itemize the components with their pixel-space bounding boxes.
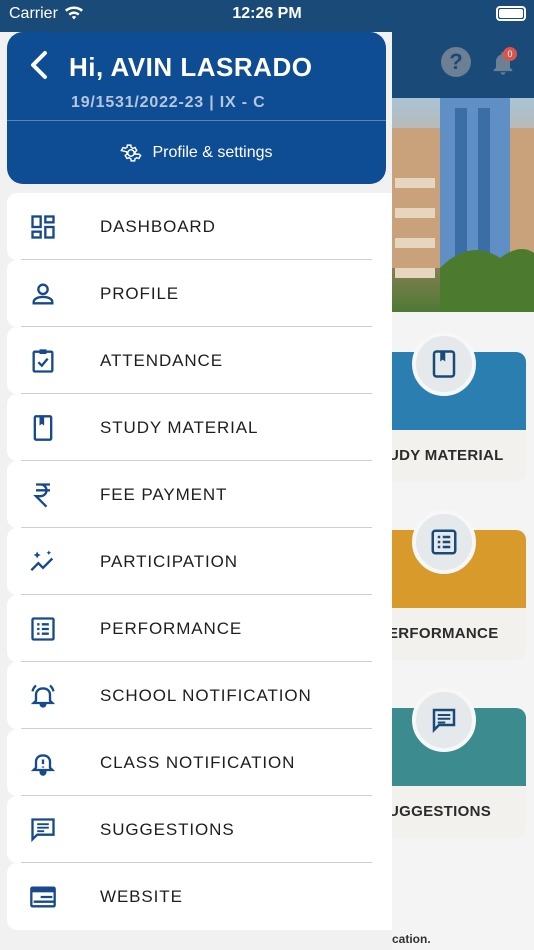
suggestions-card-icon (412, 688, 476, 752)
menu-item-dashboard[interactable]: DASHBOARD (7, 193, 392, 260)
profile-settings-button[interactable]: Profile & settings (7, 121, 386, 184)
menu-label: SCHOOL NOTIFICATION (100, 685, 312, 705)
menu-item-attendance[interactable]: ATTENDANCE (7, 327, 392, 394)
menu-label: WEBSITE (100, 886, 183, 906)
clipboard-check-icon (32, 348, 54, 373)
drawer-menu: DASHBOARD PROFILE ATTENDANCE STUDY MATER… (7, 193, 392, 930)
profile-header-card: Hi, AVIN LASRADO 19/1531/2022-23 | IX - … (7, 32, 386, 184)
rupee-icon (33, 482, 50, 507)
footer-text: cation. (392, 932, 431, 946)
battery-icon (496, 6, 526, 21)
bell-alert-icon (30, 753, 56, 776)
menu-item-participation[interactable]: PARTICIPATION (7, 528, 392, 595)
menu-label: PERFORMANCE (100, 618, 243, 638)
menu-label: SUGGESTIONS (100, 819, 235, 839)
menu-item-performance[interactable]: PERFORMANCE (7, 595, 392, 662)
menu-label: PARTICIPATION (100, 551, 238, 571)
menu-item-school-notification[interactable]: SCHOOL NOTIFICATION (7, 662, 392, 729)
student-info: 19/1531/2022-23 | IX - C (71, 94, 266, 111)
list-document-icon (31, 616, 55, 641)
clock: 12:26 PM (232, 5, 302, 22)
performance-card-icon (412, 510, 476, 574)
back-arrow-icon[interactable] (25, 48, 55, 82)
user-greeting: Hi, AVIN LASRADO (69, 52, 313, 82)
menu-label: FEE PAYMENT (100, 484, 228, 504)
menu-label: DASHBOARD (100, 216, 216, 236)
menu-item-profile[interactable]: PROFILE (7, 260, 392, 327)
navigation-drawer: Hi, AVIN LASRADO 19/1531/2022-23 | IX - … (0, 0, 392, 950)
message-icon (31, 817, 55, 842)
menu-item-class-notification[interactable]: CLASS NOTIFICATION (7, 729, 392, 796)
menu-label: STUDY MATERIAL (100, 417, 259, 437)
menu-label: ATTENDANCE (100, 350, 223, 370)
help-icon[interactable]: ? (441, 47, 471, 77)
menu-label: CLASS NOTIFICATION (100, 752, 296, 772)
book-bookmark-icon (33, 414, 53, 441)
alarm-bell-icon (30, 684, 56, 708)
notification-badge: 0 (503, 47, 517, 61)
sparkle-chart-icon (30, 549, 54, 571)
study-material-card-icon (412, 332, 476, 396)
menu-item-suggestions[interactable]: SUGGESTIONS (7, 796, 392, 863)
menu-item-study-material[interactable]: STUDY MATERIAL (7, 394, 392, 461)
profile-settings-label: Profile & settings (152, 143, 273, 161)
menu-item-fee-payment[interactable]: FEE PAYMENT (7, 461, 392, 528)
menu-item-website[interactable]: WEBSITE (7, 863, 392, 930)
status-bar: Carrier 12:26 PM (0, 0, 534, 28)
list-document-icon (431, 529, 457, 555)
person-icon (32, 283, 54, 304)
menu-label: PROFILE (100, 283, 180, 303)
browser-window-icon (30, 886, 56, 907)
book-bookmark-icon (432, 350, 456, 378)
gear-icon (120, 143, 143, 162)
message-icon (432, 708, 456, 734)
dashboard-icon (31, 214, 55, 239)
